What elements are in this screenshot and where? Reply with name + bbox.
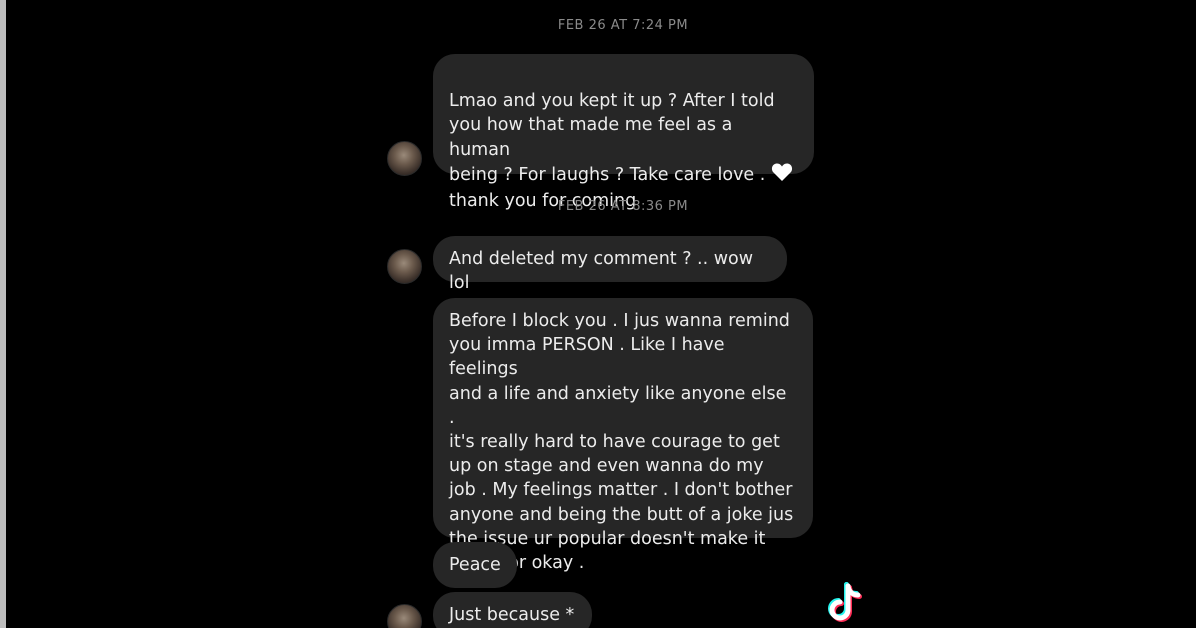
avatar[interactable] [387,141,422,176]
message-text: Lmao and you kept it up ? After I told y… [449,91,775,185]
message-bubble[interactable]: Before I block you . I jus wanna remind … [433,298,813,573]
timestamp: FEB 26 AT 7:24 PM [557,18,689,33]
message-bubble[interactable]: And deleted my comment ? .. wow lol [433,236,787,293]
message-bubble[interactable]: Peace [433,542,517,588]
window-left-border [0,0,6,628]
message-bubble[interactable]: Just because * [433,592,592,628]
avatar[interactable] [387,604,422,628]
avatar[interactable] [387,249,422,284]
message-bubble[interactable]: Lmao and you kept it up ? After I told y… [433,54,814,211]
tiktok-logo-icon [818,580,874,628]
white-heart-icon [771,162,793,189]
timestamp: FEB 26 AT 8:36 PM [557,199,689,214]
